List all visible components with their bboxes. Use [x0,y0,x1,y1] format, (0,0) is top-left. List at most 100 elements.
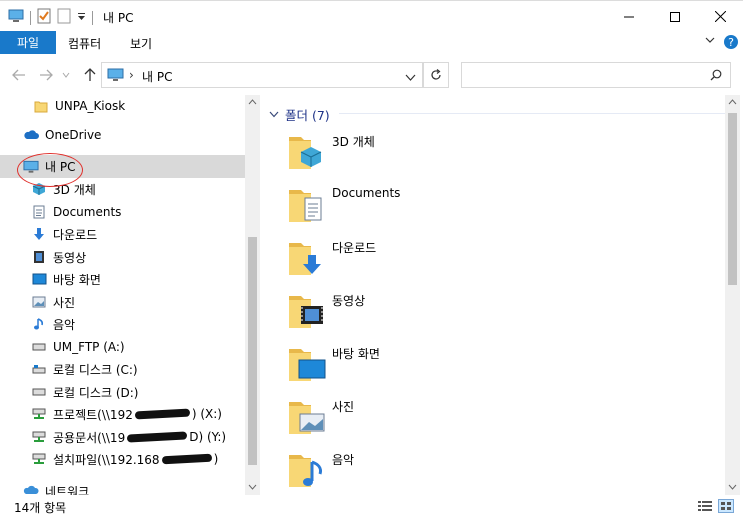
refresh-button[interactable] [423,62,449,88]
chevron-down-icon [269,111,279,118]
sidebar-item-label-suffix: ) (X:) [191,407,222,421]
sidebar-item-label: 설치파일(\\192.168 [53,452,160,467]
up-button[interactable] [81,66,99,84]
navigation-scrollbar[interactable] [245,95,260,495]
navigation-scrollbar-thumb[interactable] [248,237,257,465]
forward-button[interactable] [37,66,55,84]
sidebar-item-videos[interactable]: 동영상 [0,246,245,268]
sidebar-item-label: UNPA_Kiosk [55,99,126,113]
sidebar-item-label: UM_FTP (A:) [53,340,125,354]
folder-name: 사진 [332,400,355,414]
folder-item[interactable]: 3D 개체 [285,129,715,181]
content-scrollbar-thumb[interactable] [728,113,737,285]
sidebar-item-onedrive[interactable]: OneDrive [0,124,245,146]
sidebar-item-documents[interactable]: Documents [0,201,245,223]
large-icons-view-button[interactable] [718,499,734,513]
folder-item[interactable]: 바탕 화면 [285,341,715,393]
redaction-mark [161,453,212,465]
tab-computer[interactable]: 컴퓨터 [68,35,101,52]
breadcrumb-separator[interactable]: › [129,68,134,82]
details-view-button[interactable] [697,499,713,513]
drive-icon [31,384,47,400]
maximize-icon [670,11,680,22]
content-scrollbar[interactable] [725,95,740,495]
sidebar-item-label: Documents [53,205,122,219]
sidebar-item-label-suffix: D) (Y:) [189,430,227,444]
group-header-folders[interactable]: 폴더 (7) [269,105,330,124]
maximize-button[interactable] [652,1,698,32]
close-button[interactable] [697,1,743,32]
chevron-down-icon [62,72,70,78]
folder-icon [285,447,329,491]
new-folder-icon[interactable] [57,8,71,27]
folder-item[interactable]: Documents [285,182,715,234]
drive-icon [31,361,47,377]
tab-file[interactable]: 파일 [0,31,56,54]
sidebar-item-drive-y[interactable]: 공용문서(\\19 D) (Y:) [0,426,245,448]
sidebar-item-desktop[interactable]: 바탕 화면 [0,268,245,290]
video-icon [301,306,323,324]
computer-icon [107,68,124,85]
folder-name: Documents [332,186,401,200]
desktop-icon [31,271,47,287]
network-drive-icon [31,429,47,445]
sidebar-item-unpa-kiosk[interactable]: UNPA_Kiosk [0,95,245,117]
sidebar-item-downloads[interactable]: 다운로드 [0,223,245,245]
sidebar-item-label: 로컬 디스크 (C:) [53,362,138,377]
search-input[interactable] [461,62,731,88]
sidebar-item-label: 공용문서(\\19 [53,430,126,445]
sidebar-item-drive-d[interactable]: 로컬 디스크 (D:) [0,381,245,403]
address-bar[interactable]: › 내 PC [101,62,423,88]
minimize-button[interactable] [606,1,652,32]
sidebar-item-label: 동영상 [53,250,87,265]
folder-name: 바탕 화면 [332,347,380,361]
arrow-left-icon [12,69,25,81]
annotation-circle [17,153,83,187]
folder-icon [33,98,49,114]
folder-item[interactable]: 동영상 [285,288,715,340]
expand-ribbon-button[interactable] [704,34,716,49]
sidebar-item-label: OneDrive [45,128,102,142]
download-arrow-icon [31,226,47,242]
address-row: › 내 PC [0,55,743,95]
sidebar-item-pictures[interactable]: 사진 [0,291,245,313]
arrow-right-icon [40,69,53,81]
properties-icon[interactable] [37,8,51,27]
title-bar: 내 PC [0,0,743,31]
video-icon [31,249,47,265]
sidebar-item-drive-c[interactable]: 로컬 디스크 (C:) [0,358,245,380]
group-divider [339,113,725,114]
folder-item[interactable]: 음악 [285,447,715,495]
sidebar-item-drive-x[interactable]: 프로젝트(\\192 ) (X:) [0,403,245,425]
tab-view[interactable]: 보기 [130,35,152,52]
customize-toolbar-icon[interactable] [77,11,86,25]
document-icon [31,204,47,220]
back-button[interactable] [10,66,28,84]
redaction-mark [134,408,191,420]
help-button[interactable]: ? [723,34,739,53]
sidebar-item-music[interactable]: 음악 [0,313,245,335]
folder-icon [285,341,329,385]
sidebar-item-label: 네트워크 [45,484,90,496]
breadcrumb-this-pc[interactable]: 내 PC [142,68,172,85]
recent-locations-button[interactable] [60,66,72,84]
folder-item[interactable]: 사진 [285,394,715,446]
drive-icon [31,339,47,355]
help-icon: ? [724,35,738,49]
svg-text:?: ? [728,36,734,49]
arrow-up-icon [84,68,96,81]
folder-item[interactable]: 다운로드 [285,235,715,287]
cloud-icon [23,127,39,143]
folder-name: 음악 [332,453,355,467]
sidebar-item-network[interactable]: 네트워크 [0,480,245,495]
chevron-down-icon [405,74,416,81]
scroll-up-icon [728,99,737,105]
sidebar-item-label-suffix: ) [213,452,219,466]
sidebar-item-drive-install[interactable]: 설치파일(\\192.168 ) [0,448,245,470]
sidebar-item-label: 다운로드 [53,227,98,242]
search-icon [710,69,722,84]
picture-icon [31,294,47,310]
redaction-mark [127,431,188,443]
sidebar-item-drive-a[interactable]: UM_FTP (A:) [0,336,245,358]
address-history-button[interactable] [405,71,416,85]
